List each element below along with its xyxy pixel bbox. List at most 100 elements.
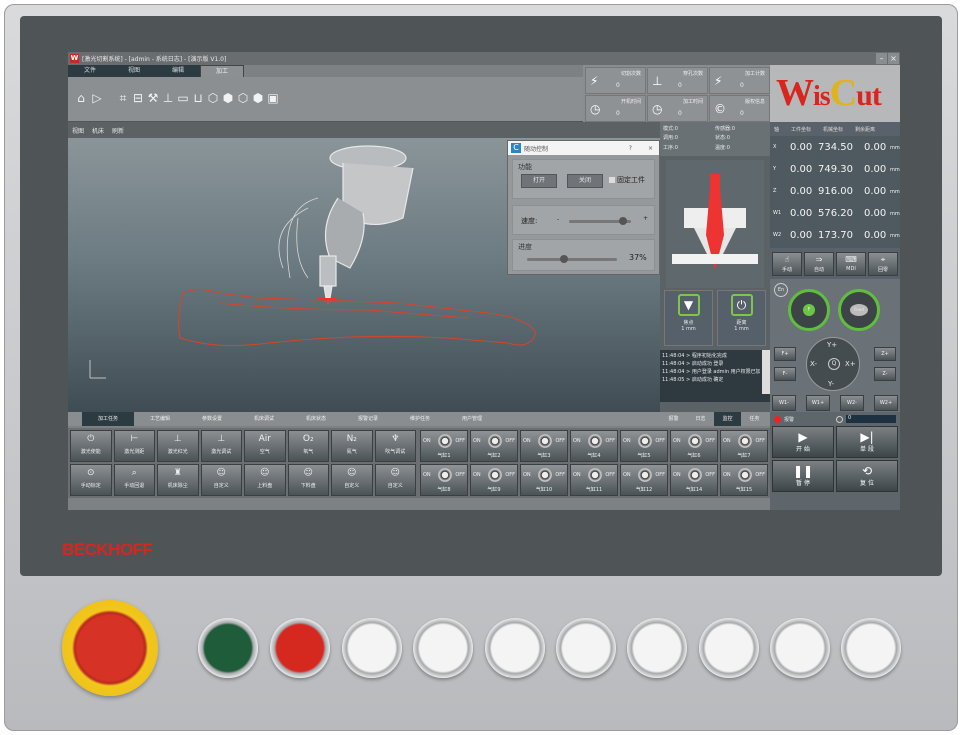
mode-button[interactable]: ⌨ MDI [836,252,866,276]
tool-icon[interactable]: ⊥ [161,91,175,105]
jog-w-button[interactable]: W2+ [874,395,898,411]
tab-menu-0[interactable]: 文件 [68,65,112,77]
function-button[interactable]: ⊥ 激光调试 [200,430,242,462]
function-button[interactable]: ⏻ 激光使能 [70,430,112,462]
import-icon[interactable]: ⌗ [116,91,130,105]
hardware-button-9[interactable] [770,618,830,678]
function-button[interactable]: ☺ 下料盘 [287,464,329,496]
box2-icon[interactable]: ⬡ [236,91,250,105]
tab-bottom-3[interactable]: 机床调试 [238,412,290,426]
function-button[interactable]: ☺ 自定义 [374,464,416,496]
mode-button[interactable]: ☝ 手动 [772,252,802,276]
jog-w-button[interactable]: W1+ [806,395,830,411]
jog-w-button[interactable]: W1- [772,395,796,411]
valve-switch[interactable]: ON OFF 气缸12 [620,464,668,496]
enable-button[interactable]: En [774,283,788,297]
jog-y-plus[interactable]: Y+ [827,341,837,349]
help-button[interactable]: ? [629,145,632,152]
jog-side-button[interactable]: F+ [774,347,796,361]
function-button[interactable]: ☺ 自定义 [200,464,242,496]
tab-monitor-1[interactable]: 日志 [687,412,714,426]
minimize-button[interactable]: – [876,53,887,64]
home-icon[interactable]: ⌂ [74,91,88,105]
function-button[interactable]: ♜ 机床除尘 [157,464,199,496]
part-icon[interactable]: ⚒ [146,91,160,105]
hardware-button-7[interactable] [627,618,687,678]
tab-bottom-4[interactable]: 机床状态 [290,412,342,426]
view-menu-item[interactable]: 视图 [72,126,84,135]
function-button[interactable]: ♆ 吹气调试 [374,430,416,462]
tab-bottom-2[interactable]: 参数设置 [186,412,238,426]
jog-center[interactable]: Q [828,358,840,370]
valve-switch[interactable]: ON OFF 气缸3 [520,430,568,462]
speed-slider[interactable] [569,217,631,225]
nozzle-button[interactable]: ⏻ 距离 1 mm [717,290,766,346]
tab-bottom-0[interactable]: 加工任务 [82,412,134,426]
close-button[interactable]: × [888,53,899,64]
hardware-button-8[interactable] [699,618,759,678]
progress-slider[interactable] [527,255,617,263]
image-icon[interactable]: ▣ [266,91,280,105]
tab-bottom-7[interactable]: 用户管理 [446,412,498,426]
close-action-button[interactable]: 关闭 [567,174,603,188]
hardware-button-3[interactable] [342,618,402,678]
hardware-button-4[interactable] [413,618,473,678]
function-button[interactable]: N₂ 氮气 [331,430,373,462]
tab-menu-2[interactable]: 编辑 [156,65,200,77]
jog-x-minus[interactable]: X- [810,360,817,368]
box3-icon[interactable]: ⬢ [251,91,265,105]
progress-slider-knob[interactable] [560,255,569,263]
layer-icon[interactable]: ⊟ [131,91,145,105]
view-menu-item[interactable]: 机床 [92,126,104,135]
valve-switch[interactable]: ON OFF 气缸8 [420,464,468,496]
feed-override-dial[interactable]: F [788,289,830,331]
jog-side-button[interactable]: Z- [874,367,896,381]
play-icon[interactable]: ▷ [90,91,104,105]
run-button-3[interactable]: ⟲ 复 位 [836,460,898,492]
jog-side-button[interactable]: Z+ [874,347,896,361]
log-scrollbar[interactable] [762,350,770,394]
valve-switch[interactable]: ON OFF 气缸6 [670,430,718,462]
box-icon[interactable]: ⬢ [221,91,235,105]
tab-bottom-1[interactable]: 工艺编辑 [134,412,186,426]
run-button-2[interactable]: ❚❚ 暂 停 [772,460,834,492]
valve-switch[interactable]: ON OFF 气缸15 [720,464,768,496]
valve-switch[interactable]: ON OFF 气缸11 [570,464,618,496]
tab-menu-3[interactable]: 加工 [200,65,244,77]
hardware-button-10[interactable] [841,618,901,678]
tab-monitor-0[interactable]: 报警 [660,412,687,426]
tab-menu-1[interactable]: 视图 [112,65,156,77]
function-button[interactable]: ⊢ 激光测距 [113,430,155,462]
function-button[interactable]: ⌕ 手动回退 [113,464,155,496]
valve-switch[interactable]: ON OFF 气缸14 [670,464,718,496]
speed-slider-knob[interactable] [618,217,627,225]
jog-side-button[interactable]: F- [774,367,796,381]
tab-bottom-5[interactable]: 报警记录 [342,412,394,426]
function-button[interactable]: ☺ 自定义 [331,464,373,496]
valve-switch[interactable]: ON OFF 气缸4 [570,430,618,462]
jog-y-minus[interactable]: Y- [828,380,834,388]
jog-x-plus[interactable]: X+ [845,360,856,368]
function-button[interactable]: ⊙ 手动标定 [70,464,112,496]
tab-bottom-6[interactable]: 维护任务 [394,412,446,426]
valve-switch[interactable]: ON OFF 气缸1 [420,430,468,462]
jog-w-button[interactable]: W2- [840,395,864,411]
function-button[interactable]: ☺ 上料盘 [244,464,286,496]
emergency-stop-button[interactable] [62,600,158,696]
view-menu-item[interactable]: 刷新 [112,126,124,135]
speed-override-dial[interactable]: Feed [838,289,880,331]
hardware-button-6[interactable] [556,618,616,678]
speed-plus-button[interactable]: + [643,215,648,222]
dialog-close-button[interactable]: × [648,145,653,152]
tab-monitor-3[interactable]: 任务 [741,412,768,426]
run-button-0[interactable]: ▶ 开 始 [772,426,834,458]
hardware-button-1[interactable] [198,618,258,678]
cube-icon[interactable]: ⬡ [206,91,220,105]
mode-button[interactable]: ⌖ 回零 [868,252,898,276]
station-icon[interactable]: ⊔ [191,91,205,105]
nozzle-button[interactable]: ▼ 焦点 1 mm [664,290,713,346]
valve-switch[interactable]: ON OFF 气缸9 [470,464,518,496]
valve-switch[interactable]: ON OFF 气缸10 [520,464,568,496]
function-button[interactable]: ⊥ 激光红光 [157,430,199,462]
hardware-button-5[interactable] [485,618,545,678]
